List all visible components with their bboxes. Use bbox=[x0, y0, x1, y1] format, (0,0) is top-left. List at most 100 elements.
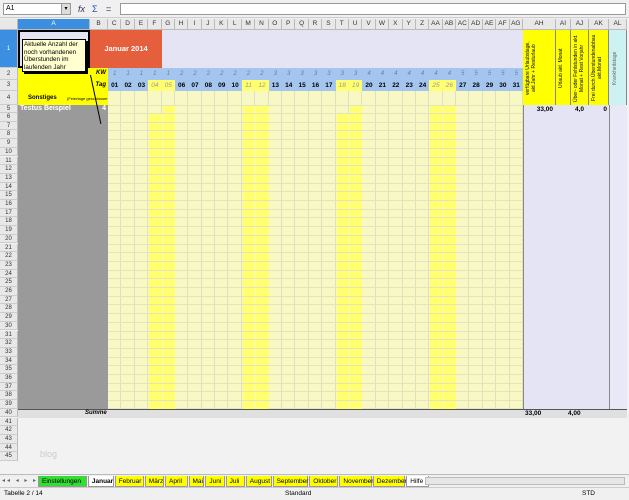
row-header-7[interactable]: 7 bbox=[0, 121, 18, 131]
row-header-37[interactable]: 37 bbox=[0, 382, 18, 392]
name-box-dropdown-icon[interactable]: ▾ bbox=[61, 4, 70, 14]
row-header-32[interactable]: 32 bbox=[0, 339, 18, 348]
sum-icon[interactable]: Σ bbox=[92, 4, 98, 14]
column-header-g[interactable]: G bbox=[161, 19, 175, 30]
row-header-2[interactable]: 2 bbox=[0, 68, 18, 80]
column-header-x[interactable]: X bbox=[389, 19, 403, 30]
row-header-15[interactable]: 15 bbox=[0, 191, 18, 200]
row-header-3[interactable]: 3 bbox=[0, 80, 18, 91]
column-header-a[interactable]: A bbox=[18, 19, 90, 30]
employee-name[interactable]: Testus Beispiel bbox=[20, 105, 71, 113]
row-header-38[interactable]: 38 bbox=[0, 391, 18, 401]
column-header-e[interactable]: E bbox=[134, 19, 149, 30]
tab-mai[interactable]: Mai bbox=[188, 476, 205, 487]
row-header-33[interactable]: 33 bbox=[0, 347, 18, 357]
column-header-q[interactable]: Q bbox=[295, 19, 309, 30]
corner-select-all[interactable] bbox=[0, 19, 18, 30]
column-header-ad[interactable]: AD bbox=[469, 19, 483, 30]
equals-icon[interactable]: = bbox=[106, 4, 111, 14]
tab-juni[interactable]: Juni bbox=[205, 476, 225, 487]
row-header-42[interactable]: 42 bbox=[0, 426, 18, 435]
row-header-21[interactable]: 21 bbox=[0, 243, 18, 253]
column-header-c[interactable]: C bbox=[108, 19, 122, 30]
spreadsheet-grid[interactable]: A B C D E F G H I J K L M N O P Q R S T U V W X Y Z AA AB AC AD AE AF AG… bbox=[0, 19, 629, 474]
row-header-27[interactable]: 27 bbox=[0, 295, 18, 305]
column-header-ae[interactable]: AE bbox=[482, 19, 497, 30]
column-header-i[interactable]: I bbox=[188, 19, 202, 30]
formula-input[interactable] bbox=[120, 3, 626, 15]
row-header-12[interactable]: 12 bbox=[0, 165, 18, 174]
row-header-30[interactable]: 30 bbox=[0, 321, 18, 331]
row-header-43[interactable]: 43 bbox=[0, 434, 18, 444]
column-header-d[interactable]: D bbox=[121, 19, 135, 30]
column-header-r[interactable]: R bbox=[308, 19, 323, 30]
row-header-14[interactable]: 14 bbox=[0, 182, 18, 192]
column-header-u[interactable]: U bbox=[348, 19, 363, 30]
column-header-v[interactable]: V bbox=[362, 19, 376, 30]
row-header-28[interactable]: 28 bbox=[0, 304, 18, 314]
tab-dezember[interactable]: Dezember bbox=[372, 476, 407, 487]
column-header-z[interactable]: Z bbox=[415, 19, 430, 30]
column-header-j[interactable]: J bbox=[201, 19, 216, 30]
row-header-41[interactable]: 41 bbox=[0, 417, 18, 427]
tab-april[interactable]: April bbox=[165, 476, 188, 487]
column-header-y[interactable]: Y bbox=[402, 19, 416, 30]
column-header-aj[interactable]: AJ bbox=[571, 19, 589, 30]
column-header-ai[interactable]: AI bbox=[556, 19, 571, 30]
tab-september[interactable]: September bbox=[272, 476, 308, 487]
row-header-36[interactable]: 36 bbox=[0, 374, 18, 383]
row-header-8[interactable]: 8 bbox=[0, 130, 18, 140]
row-header-25[interactable]: 25 bbox=[0, 278, 18, 287]
column-header-s[interactable]: S bbox=[322, 19, 336, 30]
column-header-w[interactable]: W bbox=[375, 19, 390, 30]
column-header-ab[interactable]: AB bbox=[442, 19, 457, 30]
row-header-11[interactable]: 11 bbox=[0, 156, 18, 166]
column-header-al[interactable]: AL bbox=[609, 19, 627, 30]
function-wizard-icon[interactable]: fx bbox=[78, 4, 85, 14]
column-header-m[interactable]: M bbox=[241, 19, 256, 30]
tab-november[interactable]: November bbox=[339, 476, 373, 487]
tab-januar[interactable]: Januar bbox=[87, 476, 114, 487]
column-header-t[interactable]: T bbox=[335, 19, 349, 30]
column-header-af[interactable]: AF bbox=[496, 19, 510, 30]
row-header-5[interactable]: 5 bbox=[0, 105, 18, 113]
tab-oktober[interactable]: Oktober bbox=[309, 476, 339, 487]
row-header-6[interactable]: 6 bbox=[0, 113, 18, 122]
row-header-17[interactable]: 17 bbox=[0, 208, 18, 218]
column-header-b[interactable]: B bbox=[90, 19, 108, 30]
tab-märz[interactable]: März bbox=[144, 476, 164, 487]
column-header-p[interactable]: P bbox=[282, 19, 296, 30]
row-header-35[interactable]: 35 bbox=[0, 365, 18, 374]
tab-februar[interactable]: Februar bbox=[114, 476, 144, 487]
tab-einstellungen[interactable]: Einstellungen bbox=[38, 476, 87, 487]
row-header-1[interactable]: 1 bbox=[0, 30, 18, 68]
row-header-34[interactable]: 34 bbox=[0, 356, 18, 366]
column-header-h[interactable]: H bbox=[174, 19, 189, 30]
horizontal-scrollbar[interactable] bbox=[425, 477, 625, 485]
column-header-ac[interactable]: AC bbox=[456, 19, 470, 30]
column-header-ak[interactable]: AK bbox=[589, 19, 609, 30]
column-header-ah[interactable]: AH bbox=[523, 19, 556, 30]
column-header-k[interactable]: K bbox=[215, 19, 229, 30]
row-header-13[interactable]: 13 bbox=[0, 173, 18, 183]
row-header-39[interactable]: 39 bbox=[0, 400, 18, 409]
row-header-18[interactable]: 18 bbox=[0, 217, 18, 227]
column-header-o[interactable]: O bbox=[268, 19, 283, 30]
row-header-26[interactable]: 26 bbox=[0, 287, 18, 296]
selection-mode[interactable]: STD bbox=[582, 488, 595, 500]
column-header-aa[interactable]: AA bbox=[429, 19, 443, 30]
row-header-44[interactable]: 44 bbox=[0, 443, 18, 453]
row-header-19[interactable]: 19 bbox=[0, 226, 18, 235]
column-header-ag[interactable]: AG bbox=[509, 19, 523, 30]
tab-juli[interactable]: Juli bbox=[225, 476, 245, 487]
column-header-f[interactable]: F bbox=[148, 19, 162, 30]
row-header-23[interactable]: 23 bbox=[0, 260, 18, 270]
column-header-l[interactable]: L bbox=[228, 19, 242, 30]
row-header-24[interactable]: 24 bbox=[0, 269, 18, 279]
row-header-45[interactable]: 45 bbox=[0, 452, 18, 461]
row-header-16[interactable]: 16 bbox=[0, 200, 18, 209]
row-header-9[interactable]: 9 bbox=[0, 139, 18, 148]
row-header-40[interactable]: 40 bbox=[0, 408, 18, 418]
row-header-29[interactable]: 29 bbox=[0, 313, 18, 322]
column-header-n[interactable]: N bbox=[255, 19, 269, 30]
